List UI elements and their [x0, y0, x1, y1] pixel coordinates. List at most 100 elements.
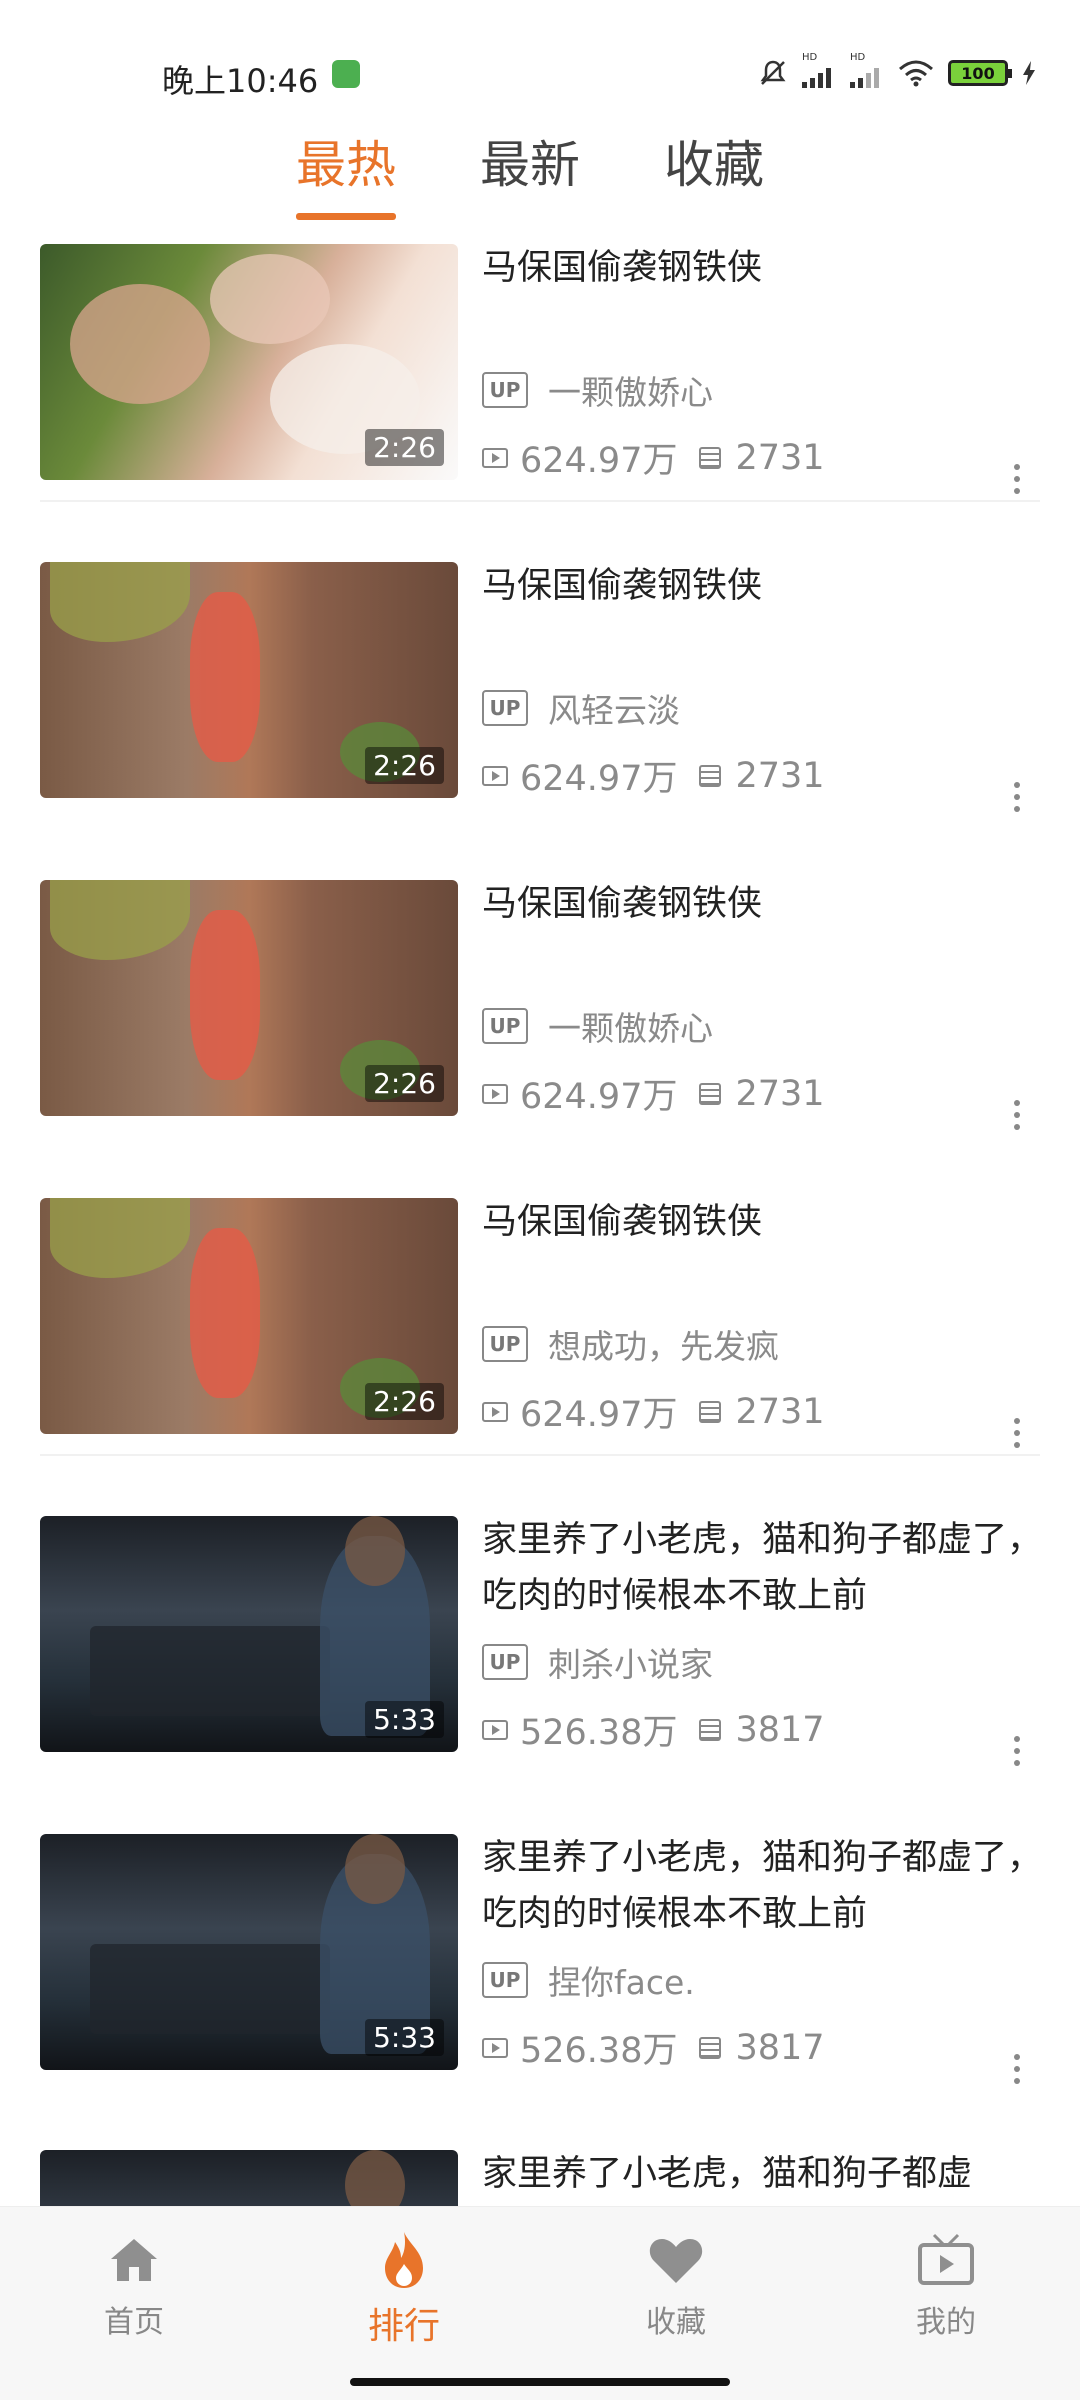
video-thumbnail[interactable]: 5:33	[40, 1516, 458, 1752]
nav-label: 收藏	[646, 2305, 706, 2340]
uploader-row[interactable]: UP 想成功，先发疯	[482, 1320, 779, 1368]
play-count-icon	[482, 1401, 508, 1422]
danmaku-count: 3817	[735, 1709, 825, 1750]
danmaku-icon	[699, 1718, 722, 1741]
danmaku-count: 2731	[735, 1073, 825, 1114]
more-options-icon[interactable]	[1012, 782, 1022, 812]
status-time: 晚上10:46	[162, 62, 319, 100]
tab-label: 最新	[480, 136, 580, 194]
tab-label: 收藏	[664, 136, 764, 194]
play-count-icon	[482, 2037, 508, 2058]
view-count: 624.97万	[520, 1395, 678, 1435]
video-thumbnail[interactable]: 2:26	[40, 1198, 458, 1434]
danmaku-count: 2731	[735, 1391, 825, 1432]
uploader-row[interactable]: UP 风轻云淡	[482, 684, 680, 732]
uploader-name[interactable]: 一颗傲娇心	[548, 366, 713, 414]
more-options-icon[interactable]	[1012, 1736, 1022, 1766]
danmaku-icon	[699, 1082, 722, 1105]
video-title[interactable]: 马保国偷袭钢铁侠	[482, 240, 1042, 296]
uploader-name[interactable]: 一颗傲娇心	[548, 1002, 713, 1050]
video-title[interactable]: 马保国偷袭钢铁侠	[482, 558, 1042, 614]
home-indicator[interactable]	[350, 2378, 730, 2386]
video-title[interactable]: 马保国偷袭钢铁侠	[482, 1194, 1042, 1250]
charging-icon	[1023, 61, 1035, 85]
danmaku-icon	[699, 446, 722, 469]
video-stats: 526.38万 3817	[482, 1704, 825, 1755]
video-stats: 624.97万 2731	[482, 1386, 825, 1437]
flame-icon	[304, 2229, 504, 2291]
up-badge: UP	[482, 1962, 528, 1998]
more-options-icon[interactable]	[1012, 1418, 1022, 1448]
mute-icon	[760, 60, 786, 85]
uploader-name[interactable]: 想成功，先发疯	[548, 1320, 779, 1368]
play-count-icon	[482, 765, 508, 786]
uploader-row[interactable]: UP 一颗傲娇心	[482, 1002, 713, 1050]
video-thumbnail[interactable]: 2:26	[40, 880, 458, 1116]
video-duration: 5:33	[365, 1701, 444, 1738]
video-item[interactable]: 5:33 家里养了小老虎，猫和狗子都虚了，吃肉的时候根本不敢上前 UP 捏你fa…	[0, 1834, 1080, 2152]
more-options-icon[interactable]	[1012, 2054, 1022, 2084]
video-duration: 5:33	[365, 2019, 444, 2056]
video-item[interactable]: 家里养了小老虎，猫和狗子都虚	[0, 2150, 1080, 2206]
view-count: 624.97万	[520, 1077, 678, 1117]
wifi-icon	[899, 60, 933, 87]
video-item[interactable]: 2:26 马保国偷袭钢铁侠 UP 风轻云淡 624.97万 2731	[0, 562, 1080, 880]
uploader-row[interactable]: UP 一颗傲娇心	[482, 366, 713, 414]
video-thumbnail[interactable]: 2:26	[40, 244, 458, 480]
up-badge: UP	[482, 1326, 528, 1362]
divider	[40, 500, 1040, 502]
app-notification-icon	[332, 60, 360, 88]
nav-label: 我的	[916, 2305, 976, 2340]
tab-newest[interactable]: 最新	[480, 120, 580, 220]
home-icon	[34, 2229, 234, 2291]
video-duration: 2:26	[365, 747, 444, 784]
nav-label: 排行	[367, 2306, 440, 2347]
heart-icon	[576, 2229, 776, 2291]
tab-hottest[interactable]: 最热	[296, 120, 396, 220]
video-thumbnail[interactable]: 5:33	[40, 1834, 458, 2070]
danmaku-icon	[699, 1400, 722, 1423]
video-item[interactable]: 5:33 家里养了小老虎，猫和狗子都虚了，吃肉的时候根本不敢上前 UP 刺杀小说…	[0, 1516, 1080, 1834]
uploader-name[interactable]: 风轻云淡	[548, 684, 680, 732]
video-thumbnail[interactable]: 2:26	[40, 562, 458, 798]
play-count-icon	[482, 1719, 508, 1740]
nav-mine[interactable]: 我的	[846, 2229, 1046, 2341]
uploader-row[interactable]: UP 刺杀小说家	[482, 1638, 713, 1686]
video-list[interactable]: 2:26 马保国偷袭钢铁侠 UP 一颗傲娇心 624.97万 2731 2:26…	[0, 226, 1080, 2206]
video-stats: 624.97万 2731	[482, 432, 825, 483]
bottom-navigation: 首页 排行 收藏 我的	[0, 2206, 1080, 2400]
video-item[interactable]: 2:26 马保国偷袭钢铁侠 UP 一颗傲娇心 624.97万 2731	[0, 244, 1080, 562]
more-options-icon[interactable]	[1012, 1100, 1022, 1130]
signal-icon: HD	[802, 52, 836, 88]
video-stats: 624.97万 2731	[482, 1068, 825, 1119]
video-title[interactable]: 家里养了小老虎，猫和狗子都虚了，吃肉的时候根本不敢上前	[482, 1830, 1042, 1942]
more-options-icon[interactable]	[1012, 464, 1022, 494]
play-count-icon	[482, 447, 508, 468]
video-duration: 2:26	[365, 429, 444, 466]
video-title[interactable]: 家里养了小老虎，猫和狗子都虚了，吃肉的时候根本不敢上前	[482, 1512, 1042, 1624]
view-count: 624.97万	[520, 441, 678, 481]
uploader-name[interactable]: 捏你face.	[548, 1956, 695, 2004]
view-count: 624.97万	[520, 759, 678, 799]
uploader-row[interactable]: UP 捏你face.	[482, 1956, 695, 2004]
video-item[interactable]: 2:26 马保国偷袭钢铁侠 UP 想成功，先发疯 624.97万 2731	[0, 1198, 1080, 1516]
nav-ranking[interactable]: 排行	[304, 2229, 504, 2349]
tab-favorites[interactable]: 收藏	[664, 120, 764, 220]
nav-label: 首页	[104, 2305, 164, 2340]
up-badge: UP	[482, 690, 528, 726]
danmaku-count: 3817	[735, 2027, 825, 2068]
nav-home[interactable]: 首页	[34, 2229, 234, 2341]
video-item[interactable]: 2:26 马保国偷袭钢铁侠 UP 一颗傲娇心 624.97万 2731	[0, 880, 1080, 1198]
danmaku-count: 2731	[735, 437, 825, 478]
nav-favorites[interactable]: 收藏	[576, 2229, 776, 2341]
up-badge: UP	[482, 1008, 528, 1044]
uploader-name[interactable]: 刺杀小说家	[548, 1638, 713, 1686]
danmaku-count: 2731	[735, 755, 825, 796]
video-title[interactable]: 家里养了小老虎，猫和狗子都虚	[482, 2146, 1042, 2202]
video-duration: 2:26	[365, 1383, 444, 1420]
video-title[interactable]: 马保国偷袭钢铁侠	[482, 876, 1042, 932]
danmaku-icon	[699, 764, 722, 787]
tab-label: 最热	[296, 136, 396, 194]
video-thumbnail[interactable]	[40, 2150, 458, 2206]
view-count: 526.38万	[520, 2031, 678, 2071]
